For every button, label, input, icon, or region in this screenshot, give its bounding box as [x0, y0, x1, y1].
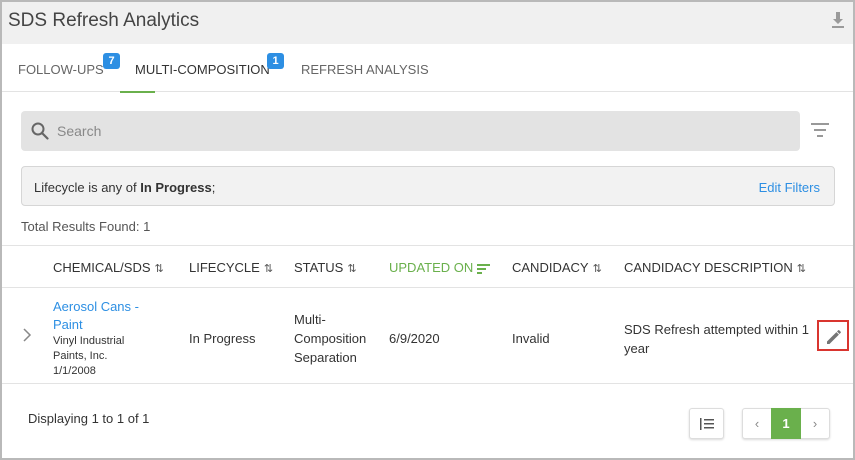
list-icon — [700, 418, 714, 430]
sort-icon: ⇅ — [263, 263, 274, 275]
filter-prefix: Lifecycle is any of — [34, 180, 141, 195]
current-page-button[interactable]: 1 — [771, 408, 801, 439]
column-label: STATUS — [294, 260, 344, 275]
tab-badge: 7 — [103, 53, 120, 69]
column-header-candidacy[interactable]: CANDIDACY ⇅ — [512, 260, 602, 275]
page-size-button[interactable] — [689, 408, 724, 439]
search-icon — [31, 122, 49, 140]
next-page-button[interactable]: › — [801, 409, 829, 438]
app-title: SDS Refresh Analytics — [8, 10, 200, 31]
sort-icon: ⇅ — [592, 263, 602, 275]
candidacy-description-cell: SDS Refresh attempted within 1 year — [624, 322, 809, 356]
sort-icon: ⇅ — [347, 263, 357, 275]
column-label: CANDIDACY — [512, 260, 589, 275]
active-tab-indicator — [120, 91, 155, 93]
sort-descending-icon — [477, 263, 491, 274]
filter-summary: Lifecycle is any of In Progress; — [34, 180, 215, 195]
sds-date: 1/1/2008 — [53, 365, 96, 377]
column-label: CANDIDACY DESCRIPTION — [624, 260, 793, 275]
search-input[interactable] — [57, 111, 787, 151]
sort-icon: ⇅ — [154, 263, 164, 275]
filter-suffix: ; — [211, 180, 216, 195]
updated-on-cell: 6/9/2020 — [389, 331, 440, 346]
filter-icon[interactable] — [811, 123, 829, 137]
tab-label: FOLLOW-UPS — [18, 62, 104, 77]
search-bar — [21, 111, 800, 151]
app-window: SDS Refresh Analytics FOLLOW-UPS 7 MULTI… — [0, 0, 855, 460]
column-label: CHEMICAL/SDS — [53, 260, 151, 275]
edit-button[interactable] — [817, 320, 849, 351]
column-header-candidacy-description[interactable]: CANDIDACY DESCRIPTION ⇅ — [624, 260, 806, 275]
column-header-chemical[interactable]: CHEMICAL/SDS ⇅ — [53, 260, 164, 275]
pencil-icon — [827, 330, 841, 344]
chemical-cell: Aerosol Cans - Paint Vinyl Industrial Pa… — [53, 298, 153, 379]
title-bar: SDS Refresh Analytics — [2, 2, 853, 44]
column-header-updated-on[interactable]: UPDATED ON — [389, 260, 491, 275]
tab-label: MULTI-COMPOSITION — [135, 62, 270, 77]
column-header-status[interactable]: STATUS ⇅ — [294, 260, 357, 275]
candidacy-cell: Invalid — [512, 331, 550, 346]
column-label: LIFECYCLE — [189, 260, 260, 275]
column-header-lifecycle[interactable]: LIFECYCLE ⇅ — [189, 260, 273, 275]
tab-label: REFRESH ANALYSIS — [301, 62, 429, 77]
download-icon[interactable] — [831, 12, 845, 28]
column-label: UPDATED ON — [389, 260, 474, 275]
tab-badge: 1 — [267, 53, 284, 69]
pagination-summary: Displaying 1 to 1 of 1 — [28, 411, 150, 426]
active-filters-bar: Lifecycle is any of In Progress; Edit Fi… — [21, 166, 835, 206]
total-results: Total Results Found: 1 — [21, 219, 151, 234]
status-cell: Multi-Composition Separation — [294, 312, 367, 365]
tab-bar: FOLLOW-UPS 7 MULTI-COMPOSITION 1 REFRESH… — [2, 44, 853, 93]
sort-icon: ⇅ — [796, 263, 807, 275]
filter-value: In Progress — [140, 180, 212, 195]
table-row[interactable]: Aerosol Cans - Paint Vinyl Industrial Pa… — [2, 288, 853, 384]
chevron-right-icon[interactable] — [22, 328, 32, 342]
manufacturer: Vinyl Industrial Paints, Inc. — [53, 335, 125, 362]
lifecycle-cell: In Progress — [189, 331, 256, 346]
table-header: CHEMICAL/SDS ⇅ LIFECYCLE ⇅ STATUS ⇅ UPDATED… — [2, 245, 853, 288]
pagination: ‹ 1 › — [742, 408, 830, 439]
previous-page-button[interactable]: ‹ — [743, 409, 771, 438]
chemical-link[interactable]: Aerosol Cans - Paint — [53, 298, 153, 334]
edit-filters-link[interactable]: Edit Filters — [759, 180, 820, 195]
